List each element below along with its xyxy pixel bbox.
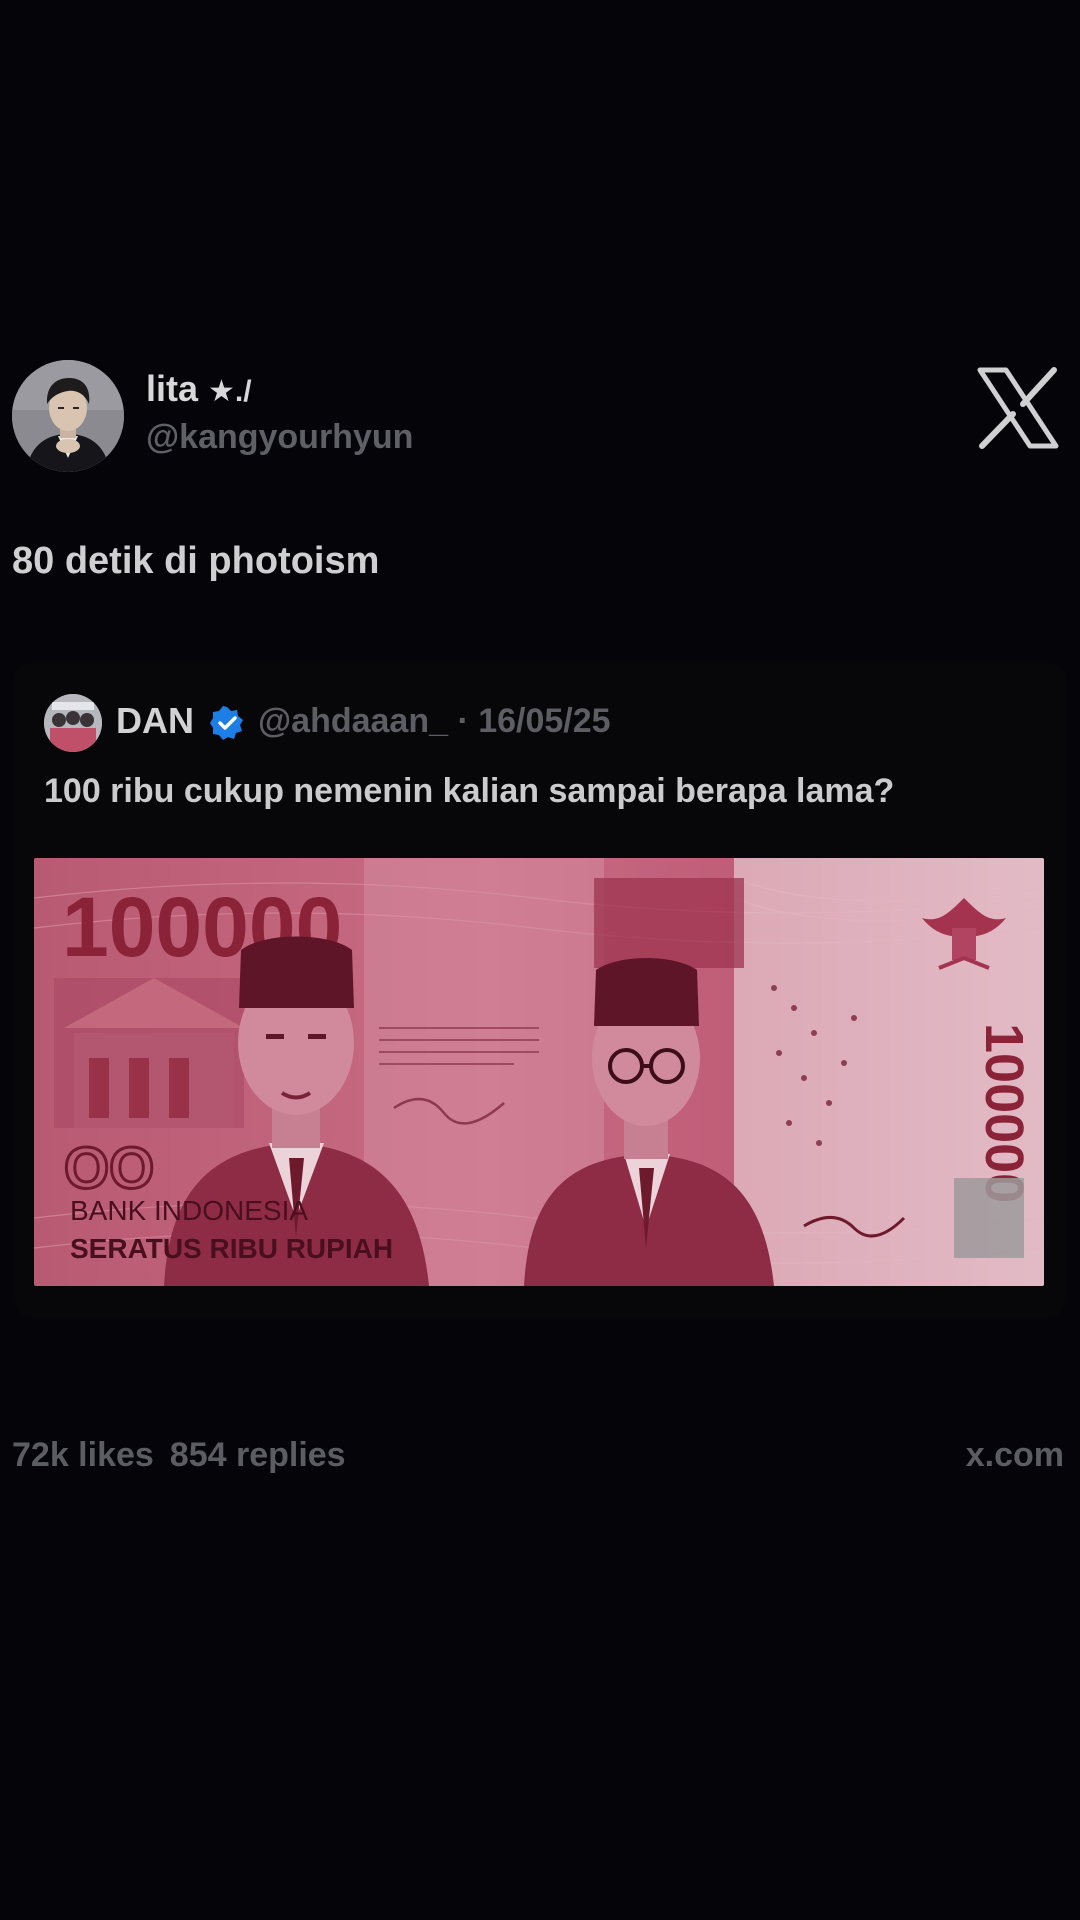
verified-badge-icon xyxy=(210,706,243,740)
avatar-image xyxy=(12,360,124,472)
author-display-name[interactable]: lita ★./ xyxy=(146,368,252,410)
tweet-text: 80 detik di photoism xyxy=(12,540,380,582)
author-handle[interactable]: @kangyourhyun xyxy=(146,418,413,457)
note-corner-mark: OO xyxy=(64,1136,154,1201)
note-value-words: SERATUS RIBU RUPIAH xyxy=(70,1233,393,1264)
note-bank-name: BANK INDONESIA xyxy=(70,1195,308,1226)
quoted-avatar-image xyxy=(44,694,102,752)
engagement-stats: 72k likes 854 replies xyxy=(12,1436,346,1475)
likes-count[interactable]: 72k likes xyxy=(12,1436,154,1474)
quoted-tweet-card[interactable]: DAN @ahdaaan_ · 16/05/25 100 ribu cukup … xyxy=(14,662,1066,1318)
quoted-display-name[interactable]: DAN xyxy=(116,700,194,742)
banknote-image[interactable]: 100000 100000 OO BANK INDONESIA SERATUS … xyxy=(34,858,1044,1286)
site-label[interactable]: x.com xyxy=(966,1436,1064,1475)
name-decoration: ★./ xyxy=(208,375,252,408)
avatar[interactable] xyxy=(12,360,124,472)
tweet-header: lita ★./ @kangyourhyun xyxy=(12,360,1068,476)
note-denomination-vertical: 100000 xyxy=(974,1023,1034,1203)
banknote-illustration: 100000 100000 OO BANK INDONESIA SERATUS … xyxy=(34,858,1044,1286)
author-name-text: lita xyxy=(146,368,199,409)
quoted-avatar[interactable] xyxy=(44,694,102,752)
screen: lita ★./ @kangyourhyun 80 detik di photoi… xyxy=(0,0,1080,1920)
x-logo-icon[interactable] xyxy=(976,366,1060,450)
quoted-tweet-text: 100 ribu cukup nemenin kalian sampai ber… xyxy=(44,772,895,810)
quoted-meta: @ahdaaan_ · 16/05/25 xyxy=(258,702,611,740)
tweet-footer: 72k likes 854 replies x.com xyxy=(12,1436,1064,1486)
replies-count[interactable]: 854 replies xyxy=(170,1436,346,1474)
